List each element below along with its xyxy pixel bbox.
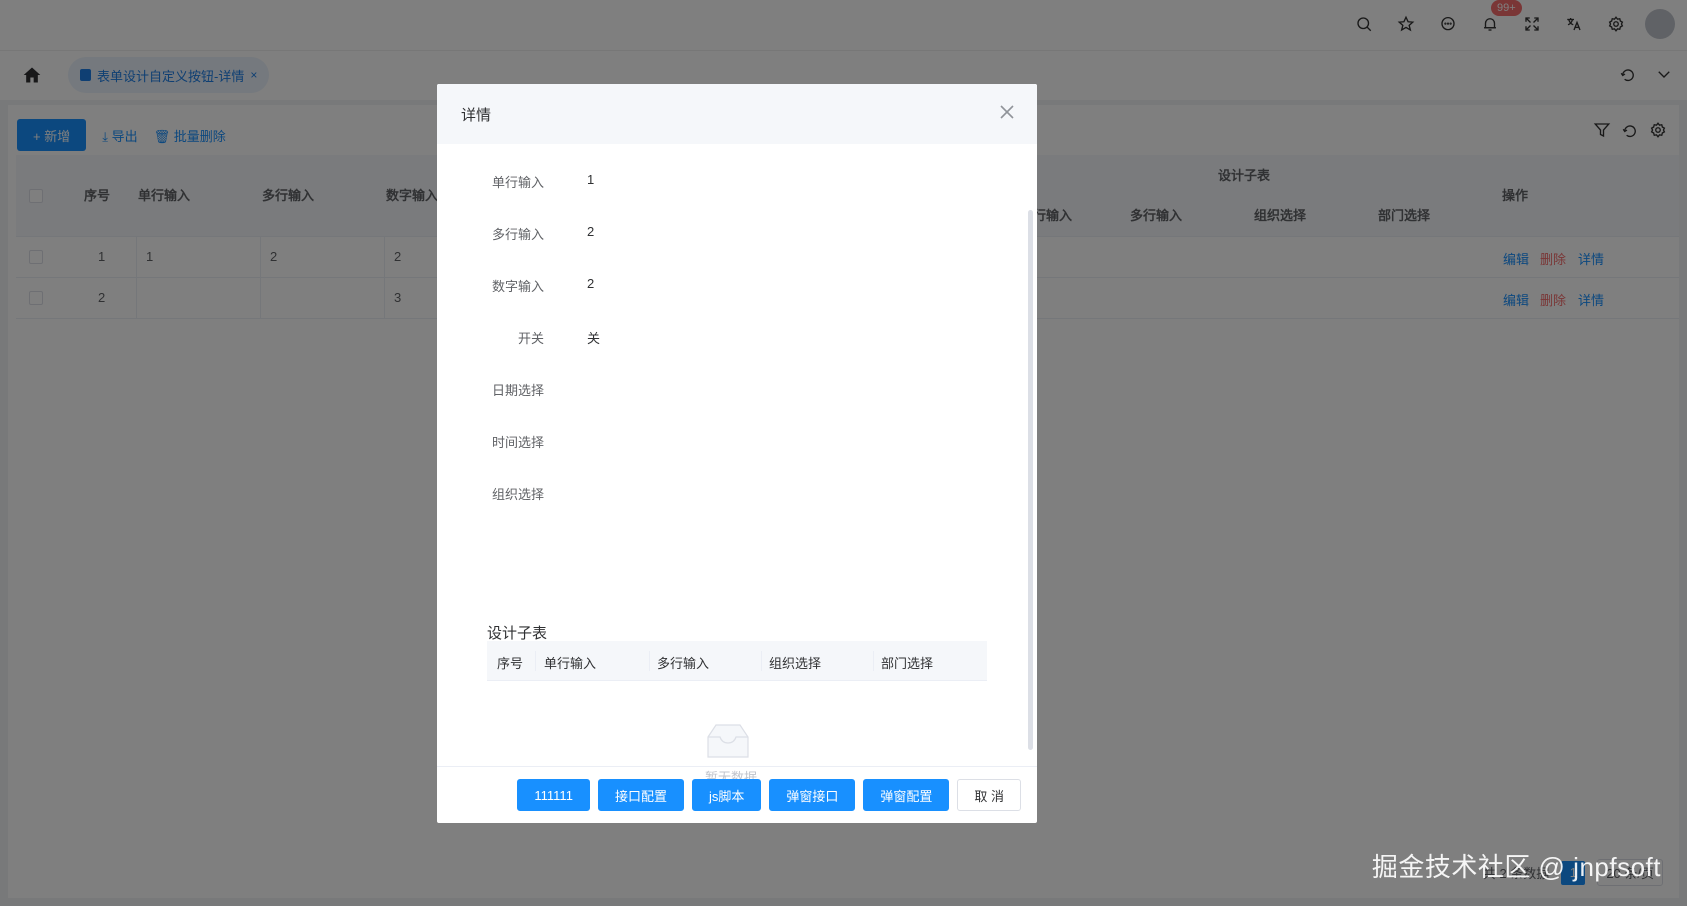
dialog-header: 详情	[437, 84, 1037, 144]
dialog-footer: 111111 接口配置 js脚本 弹窗接口 弹窗配置 取 消	[437, 766, 1037, 823]
dialog-body: 单行输入 1 多行输入 2 数字输入 2 开关 关 日期选择 时间选择 组织选择…	[437, 144, 1037, 785]
field-number-input: 数字输入 2	[437, 276, 997, 296]
popup-interface-button[interactable]: 弹窗接口	[769, 779, 856, 811]
dialog-title: 详情	[461, 107, 492, 124]
cancel-button[interactable]: 取 消	[957, 779, 1021, 811]
field-label: 日期选择	[491, 383, 544, 398]
popup-config-button[interactable]: 弹窗配置	[863, 779, 950, 811]
field-org-select: 组织选择	[437, 484, 997, 504]
sub-col-multi-input: 多行输入	[657, 656, 710, 671]
field-label: 组织选择	[491, 487, 544, 502]
sub-col-dept-select: 部门选择	[881, 656, 934, 671]
field-date-select: 日期选择	[437, 380, 997, 400]
field-value: 2	[587, 276, 595, 291]
custom-111111-button[interactable]: 111111	[517, 779, 590, 811]
field-value: 2	[587, 224, 595, 239]
footer-buttons: 111111 接口配置 js脚本 弹窗接口 弹窗配置 取 消	[517, 779, 1021, 811]
close-icon[interactable]	[999, 104, 1017, 122]
sub-col-single-input: 单行输入	[544, 656, 597, 671]
field-value: 关	[587, 331, 601, 346]
js-script-button[interactable]: js脚本	[691, 779, 762, 811]
interface-config-button[interactable]: 接口配置	[597, 779, 684, 811]
field-multi-input: 多行输入 2	[437, 224, 997, 244]
field-time-select: 时间选择	[437, 432, 997, 452]
field-single-input: 单行输入 1	[437, 172, 997, 192]
detail-dialog: 详情 单行输入 1 多行输入 2 数字输入 2 开关 关 日期选择 时间选择 组…	[437, 84, 1037, 823]
field-value: 1	[587, 172, 595, 187]
dialog-scrollbar[interactable]	[1028, 210, 1033, 750]
watermark: 掘金技术社区 @ jnpfsoft	[1371, 852, 1661, 882]
field-label: 多行输入	[491, 227, 544, 242]
field-label: 单行输入	[491, 175, 544, 190]
subtable-header: 序号 单行输入 多行输入 组织选择 部门选择	[487, 641, 987, 681]
sub-col-index: 序号	[497, 656, 524, 671]
field-label: 开关	[517, 331, 544, 346]
field-switch: 开关 关	[437, 328, 997, 348]
subtable: 序号 单行输入 多行输入 组织选择 部门选择 暂无数据	[487, 641, 987, 785]
empty-inbox-icon	[702, 721, 762, 764]
subtable-title: 设计子表	[487, 625, 548, 642]
field-label: 时间选择	[491, 435, 544, 450]
field-label: 数字输入	[491, 279, 544, 294]
sub-col-org-select: 组织选择	[769, 656, 822, 671]
